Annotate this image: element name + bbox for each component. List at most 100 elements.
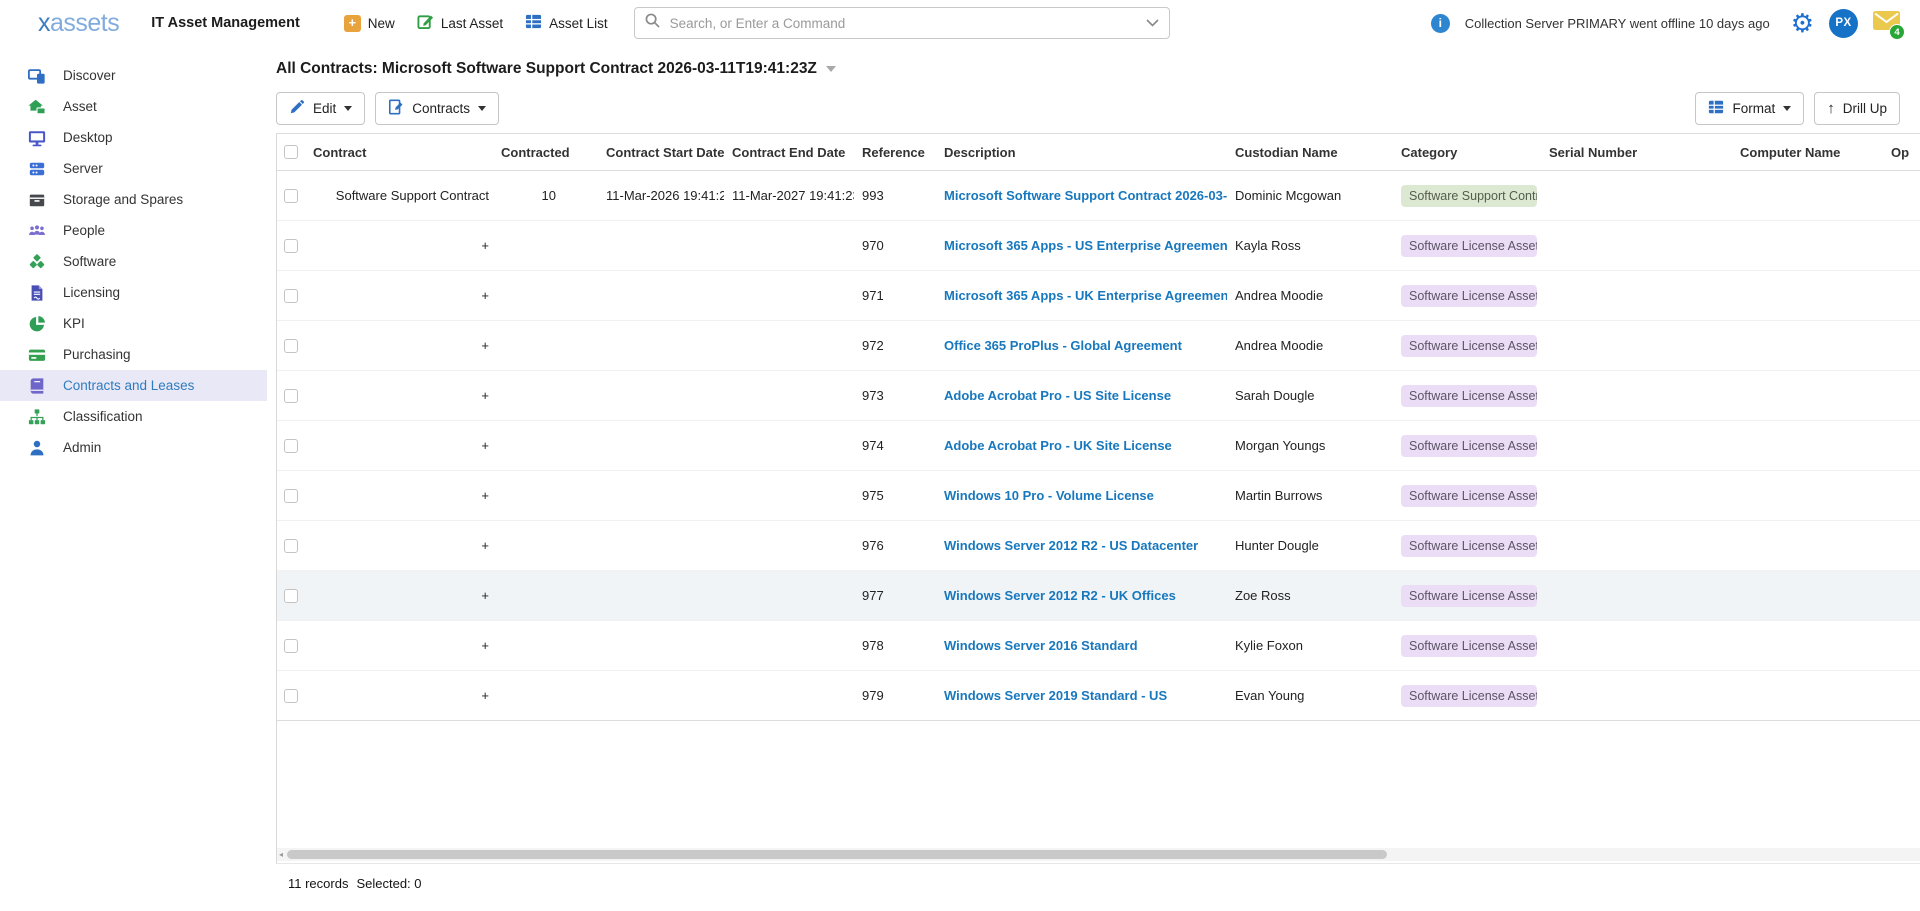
contract-cell[interactable]: + <box>305 688 493 703</box>
sidebar-item-label: Licensing <box>63 285 120 300</box>
sidebar-item-contracts-and-leases[interactable]: Contracts and Leases <box>0 370 267 401</box>
contract-cell[interactable]: + <box>305 488 493 503</box>
sidebar-item-classification[interactable]: Classification <box>0 401 267 432</box>
contract-cell[interactable]: + <box>305 388 493 403</box>
table-grid-icon <box>525 13 542 33</box>
horizontal-scrollbar[interactable]: ◂ <box>277 848 1920 861</box>
search-input[interactable] <box>668 15 1138 32</box>
reference-cell: 972 <box>854 338 936 353</box>
col-header-contract[interactable]: Contract <box>305 145 493 160</box>
people-icon <box>27 221 46 240</box>
sidebar-item-label: Desktop <box>63 130 113 145</box>
sidebar-item-asset[interactable]: Asset <box>0 91 267 122</box>
gear-icon[interactable]: ⚙ <box>1791 10 1814 36</box>
drill-up-button[interactable]: ↑ Drill Up <box>1814 92 1900 125</box>
arrow-up-icon: ↑ <box>1827 101 1835 116</box>
sidebar-item-label: Asset <box>63 99 97 114</box>
row-checkbox[interactable] <box>284 339 298 353</box>
new-button[interactable]: + New <box>344 15 395 32</box>
contract-cell[interactable]: + <box>305 538 493 553</box>
row-checkbox[interactable] <box>284 539 298 553</box>
col-header-description[interactable]: Description <box>936 145 1227 160</box>
col-header-custodian[interactable]: Custodian Name <box>1227 145 1393 160</box>
description-link[interactable]: Windows Server 2012 R2 - UK Offices <box>944 588 1176 603</box>
xassets-logo: xassets <box>38 9 119 38</box>
description-link[interactable]: Microsoft 365 Apps - US Enterprise Agree… <box>944 238 1227 253</box>
asset-list-button[interactable]: Asset List <box>525 13 608 33</box>
table-row: + 978 Windows Server 2016 Standard Kylie… <box>277 621 1920 671</box>
sidebar-item-label: Classification <box>63 409 143 424</box>
sidebar-item-admin[interactable]: Admin <box>0 432 267 463</box>
description-link[interactable]: Adobe Acrobat Pro - UK Site License <box>944 438 1172 453</box>
format-button[interactable]: Format <box>1695 92 1804 125</box>
sidebar-item-software[interactable]: Software <box>0 246 267 277</box>
sidebar-item-licensing[interactable]: Licensing <box>0 277 267 308</box>
avatar[interactable]: PX <box>1829 9 1858 38</box>
description-link[interactable]: Microsoft Software Support Contract 2026… <box>944 188 1227 203</box>
row-checkbox[interactable] <box>284 289 298 303</box>
description-link[interactable]: Office 365 ProPlus - Global Agreement <box>944 338 1182 353</box>
row-checkbox[interactable] <box>284 439 298 453</box>
row-checkbox[interactable] <box>284 389 298 403</box>
info-icon[interactable]: i <box>1431 14 1450 33</box>
description-link[interactable]: Windows Server 2019 Standard - US <box>944 688 1167 703</box>
scroll-left-arrow-icon[interactable]: ◂ <box>279 850 283 860</box>
sidebar-item-label: Software <box>63 254 116 269</box>
chevron-down-icon[interactable] <box>1146 14 1159 32</box>
contract-cell[interactable]: + <box>305 438 493 453</box>
table-row: + 974 Adobe Acrobat Pro - UK Site Licens… <box>277 421 1920 471</box>
row-checkbox[interactable] <box>284 189 298 203</box>
custodian-cell: Hunter Dougle <box>1227 538 1393 553</box>
col-header-start-date[interactable]: Contract Start Date <box>598 145 724 160</box>
command-search[interactable] <box>634 7 1170 39</box>
pencil-icon <box>289 99 305 118</box>
title-caret-icon[interactable] <box>826 66 836 72</box>
start-date-cell: 11-Mar-2026 19:41:23 <box>598 188 724 203</box>
sidebar-item-storage-and-spares[interactable]: Storage and Spares <box>0 184 267 215</box>
custodian-cell: Kayla Ross <box>1227 238 1393 253</box>
custodian-cell: Evan Young <box>1227 688 1393 703</box>
sidebar-item-server[interactable]: Server <box>0 153 267 184</box>
sidebar-item-kpi[interactable]: KPI <box>0 308 267 339</box>
contract-cell[interactable]: + <box>305 238 493 253</box>
sidebar-item-people[interactable]: People <box>0 215 267 246</box>
row-checkbox[interactable] <box>284 639 298 653</box>
description-link[interactable]: Microsoft 365 Apps - UK Enterprise Agree… <box>944 288 1227 303</box>
contract-cell[interactable]: Software Support Contract <box>305 188 493 203</box>
description-link[interactable]: Windows Server 2016 Standard <box>944 638 1138 653</box>
row-checkbox[interactable] <box>284 489 298 503</box>
sidebar-item-purchasing[interactable]: Purchasing <box>0 339 267 370</box>
col-header-category[interactable]: Category <box>1393 145 1541 160</box>
row-checkbox[interactable] <box>284 239 298 253</box>
col-header-reference[interactable]: Reference <box>854 145 936 160</box>
reference-cell: 973 <box>854 388 936 403</box>
record-count: 11 records <box>288 876 348 891</box>
contract-cell[interactable]: + <box>305 288 493 303</box>
last-asset-button[interactable]: Last Asset <box>417 13 503 33</box>
description-link[interactable]: Windows 10 Pro - Volume License <box>944 488 1154 503</box>
scrollbar-thumb[interactable] <box>287 850 1387 859</box>
sidebar-item-desktop[interactable]: Desktop <box>0 122 267 153</box>
contract-cell[interactable]: + <box>305 638 493 653</box>
sidebar-item-discover[interactable]: Discover <box>0 60 267 91</box>
mail-button[interactable]: 4 <box>1873 11 1900 35</box>
category-badge: Software License Asset <box>1401 585 1537 607</box>
category-badge: Software License Asset <box>1401 285 1537 307</box>
description-link[interactable]: Windows Server 2012 R2 - US Datacenter <box>944 538 1198 553</box>
contracts-button[interactable]: Contracts <box>375 92 499 125</box>
sidebar-item-label: Contracts and Leases <box>63 378 194 393</box>
description-link[interactable]: Adobe Acrobat Pro - US Site License <box>944 388 1171 403</box>
contract-cell[interactable]: + <box>305 338 493 353</box>
custodian-cell: Andrea Moodie <box>1227 288 1393 303</box>
row-checkbox[interactable] <box>284 589 298 603</box>
col-header-op[interactable]: Op <box>1883 145 1920 160</box>
reference-cell: 970 <box>854 238 936 253</box>
col-header-contracted[interactable]: Contracted <box>493 145 598 160</box>
select-all-checkbox[interactable] <box>284 145 298 159</box>
edit-button[interactable]: Edit <box>276 92 365 125</box>
col-header-serial[interactable]: Serial Number <box>1541 145 1732 160</box>
row-checkbox[interactable] <box>284 689 298 703</box>
col-header-computer[interactable]: Computer Name <box>1732 145 1883 160</box>
contract-cell[interactable]: + <box>305 588 493 603</box>
col-header-end-date[interactable]: Contract End Date <box>724 145 854 160</box>
